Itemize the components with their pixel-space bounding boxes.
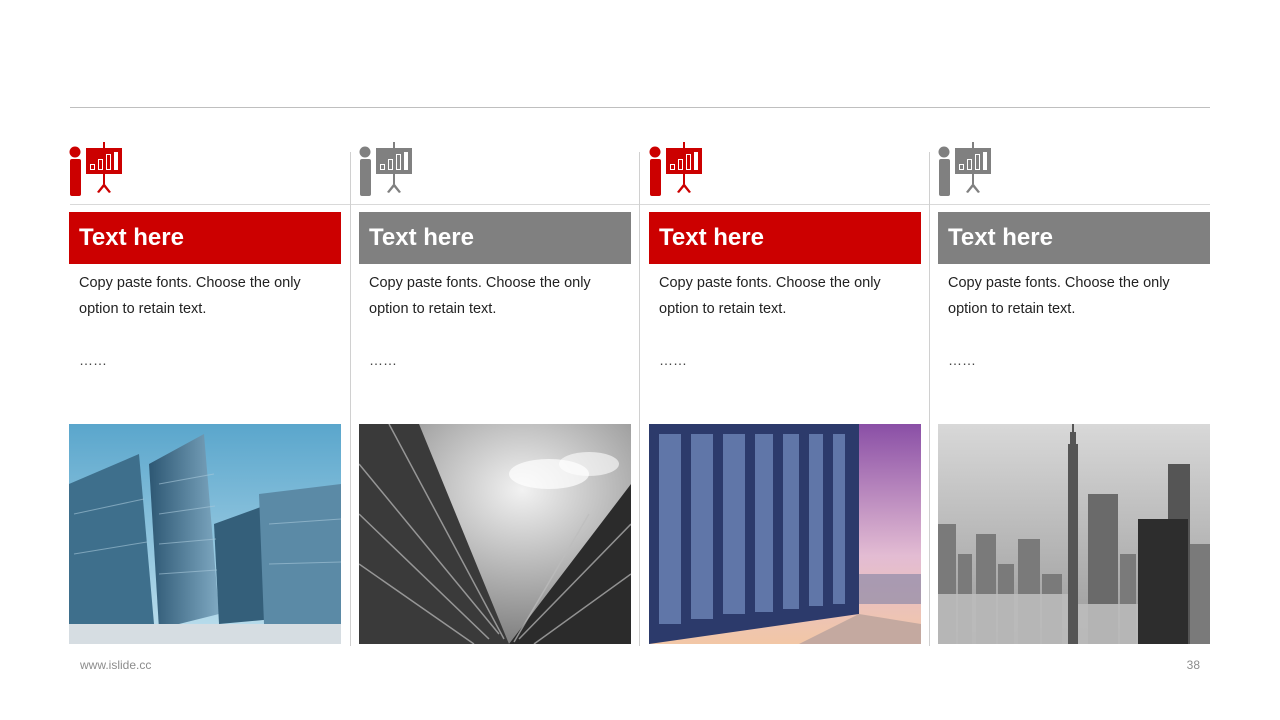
feature-column-4: Text here Copy paste fonts. Choose the o…: [938, 0, 1210, 720]
city-skyline-photo: [938, 424, 1210, 644]
feature-column-3: Text here Copy paste fonts. Choose the o…: [649, 0, 921, 720]
column-divider: [639, 152, 640, 646]
column-body-text: Copy paste fonts. Choose the only option…: [369, 275, 591, 317]
footer-url: www.islide.cc: [80, 658, 152, 672]
presenter-chart-icon: [359, 142, 412, 196]
column-header: Text here: [69, 212, 341, 264]
presenter-chart-icon: [649, 142, 702, 196]
column-body-text: Copy paste fonts. Choose the only option…: [948, 275, 1170, 317]
building-photo: [649, 424, 921, 644]
column-header: Text here: [649, 212, 921, 264]
column-divider: [350, 152, 351, 646]
page-number: 38: [1186, 658, 1200, 672]
column-header: Text here: [938, 212, 1210, 264]
column-body-text: Copy paste fonts. Choose the only option…: [79, 275, 301, 317]
column-ellipsis: ……: [79, 352, 107, 368]
column-body-text: Copy paste fonts. Choose the only option…: [659, 275, 881, 317]
column-ellipsis: ……: [659, 352, 687, 368]
presenter-chart-icon: [938, 142, 991, 196]
column-ellipsis: ……: [948, 352, 976, 368]
building-photo: [359, 424, 631, 644]
building-photo: [69, 424, 341, 644]
feature-column-1: Text here Copy paste fonts. Choose the o…: [69, 0, 341, 720]
column-divider: [929, 152, 930, 646]
presenter-chart-icon: [69, 142, 122, 196]
column-header: Text here: [359, 212, 631, 264]
feature-column-2: Text here Copy paste fonts. Choose the o…: [359, 0, 631, 720]
column-ellipsis: ……: [369, 352, 397, 368]
